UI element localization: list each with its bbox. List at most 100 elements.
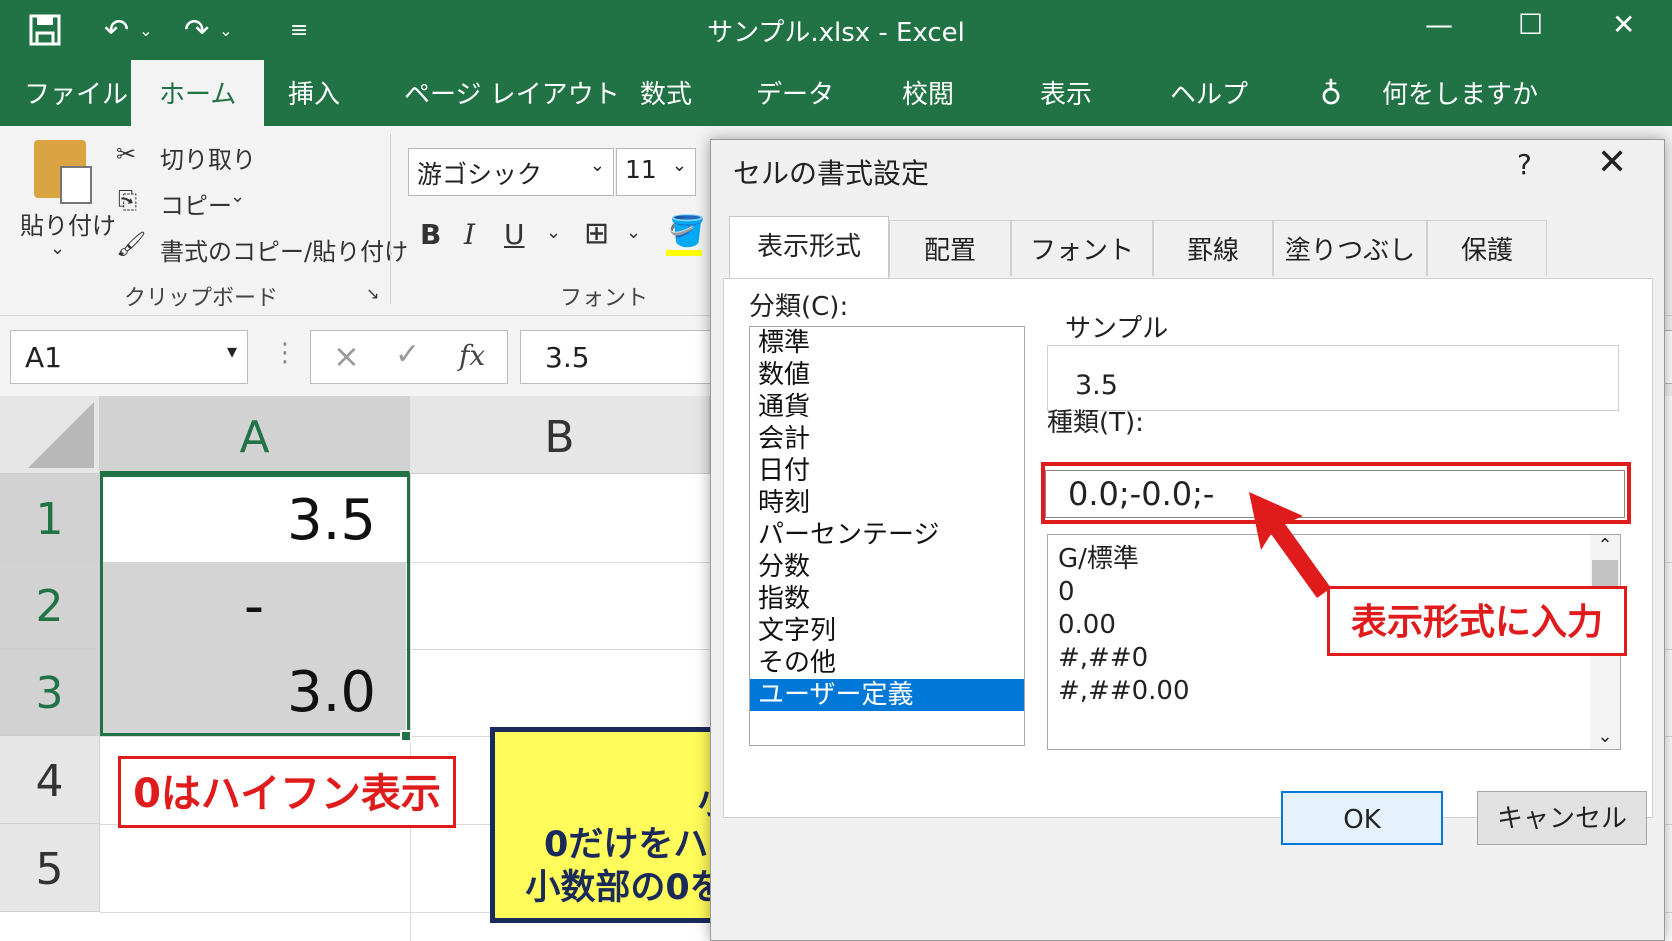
list-item[interactable]: #,##0.00 bbox=[1048, 675, 1620, 708]
list-item-selected[interactable]: ユーザー定義 bbox=[750, 679, 1024, 711]
font-group-label: フォント bbox=[560, 286, 649, 311]
tab-font[interactable]: フォント bbox=[1011, 220, 1153, 276]
type-label: 種類(T): bbox=[1047, 408, 1144, 438]
scissors-icon: ✂ bbox=[116, 140, 137, 168]
copy-button[interactable]: コピー bbox=[160, 186, 232, 221]
list-item[interactable]: 通貨 bbox=[750, 391, 1024, 423]
clipboard-group-label: クリップボード bbox=[124, 286, 279, 311]
tab-formulas[interactable]: 数式 bbox=[640, 60, 692, 126]
category-label: 分類(C): bbox=[749, 292, 849, 322]
list-item[interactable]: 標準 bbox=[750, 327, 1024, 359]
minimize-icon[interactable]: — bbox=[1425, 8, 1453, 41]
scroll-down-icon[interactable]: ⌄ bbox=[1590, 726, 1620, 747]
font-size-select[interactable]: 11 ⌄ bbox=[616, 148, 696, 196]
list-item[interactable]: パーセンテージ bbox=[750, 519, 1024, 551]
format-painter-button[interactable]: 書式のコピー/貼り付け bbox=[160, 232, 408, 267]
chevron-down-icon: ⌄ bbox=[589, 155, 605, 176]
fill-color-swatch bbox=[666, 250, 702, 256]
ok-button[interactable]: OK bbox=[1281, 791, 1443, 845]
chevron-down-icon: ⌄ bbox=[671, 155, 687, 176]
chevron-down-icon[interactable]: ⌄ bbox=[546, 222, 561, 243]
scroll-thumb[interactable] bbox=[1592, 560, 1618, 586]
grid-line bbox=[410, 474, 411, 941]
red-arrow-icon bbox=[1249, 492, 1331, 598]
font-name-select[interactable]: 游ゴシック ⌄ bbox=[408, 148, 614, 196]
borders-icon[interactable]: ⊞ bbox=[584, 216, 609, 251]
tab-review[interactable]: 校閲 bbox=[902, 60, 954, 126]
chevron-down-icon[interactable]: ⌄ bbox=[50, 238, 65, 259]
list-item[interactable]: 文字列 bbox=[750, 615, 1024, 647]
cut-button[interactable]: 切り取り bbox=[160, 140, 256, 175]
tab-insert[interactable]: 挿入 bbox=[288, 60, 340, 126]
row-header-5[interactable]: 5 bbox=[0, 824, 100, 912]
list-item[interactable]: 指数 bbox=[750, 583, 1024, 615]
list-item[interactable]: 日付 bbox=[750, 455, 1024, 487]
enter-format-callout: 表示形式に入力 bbox=[1327, 586, 1627, 656]
row-header-1[interactable]: 1 bbox=[0, 474, 100, 562]
chevron-down-icon: ▾ bbox=[226, 339, 237, 363]
list-item[interactable]: 会計 bbox=[750, 423, 1024, 455]
fill-color-icon[interactable]: 🪣 bbox=[668, 214, 705, 249]
sample-value: 3.5 bbox=[1075, 370, 1118, 401]
maximize-icon[interactable]: ☐ bbox=[1518, 8, 1543, 41]
sample-label: サンプル bbox=[1059, 308, 1175, 345]
scroll-up-icon[interactable]: ⌃ bbox=[1590, 535, 1620, 556]
dialog-title: セルの書式設定 bbox=[733, 157, 930, 190]
cancel-icon[interactable]: × bbox=[333, 337, 360, 375]
lightbulb-icon: ♁ bbox=[1320, 77, 1342, 112]
window-title: サンプル.xlsx - Excel bbox=[707, 18, 965, 48]
paste-button[interactable]: 貼り付け bbox=[20, 206, 116, 241]
row-header-3[interactable]: 3 bbox=[0, 649, 100, 736]
insert-function-icon[interactable]: fx bbox=[459, 339, 485, 372]
tab-home[interactable]: ホーム bbox=[131, 60, 265, 126]
close-icon[interactable]: ✕ bbox=[1597, 142, 1627, 183]
paste-icon-sheet bbox=[60, 166, 92, 204]
list-item[interactable]: 分数 bbox=[750, 551, 1024, 583]
help-icon[interactable]: ? bbox=[1517, 148, 1532, 181]
formula-controls: × ✓ fx bbox=[310, 330, 508, 384]
enter-icon[interactable]: ✓ bbox=[395, 337, 420, 372]
name-box-value: A1 bbox=[25, 341, 62, 374]
zero-hyphen-callout: 0はハイフン表示 bbox=[118, 756, 456, 828]
ribbon-tabs: ファイル ホーム 挿入 ページ レイアウト 数式 データ 校閲 表示 ヘルプ ♁… bbox=[0, 60, 1672, 126]
brush-icon: 🖌 bbox=[116, 230, 147, 258]
more-options-icon[interactable]: ⋮ bbox=[272, 338, 298, 368]
underline-icon[interactable]: U bbox=[504, 218, 525, 251]
cancel-button[interactable]: キャンセル bbox=[1477, 791, 1647, 845]
tab-data[interactable]: データ bbox=[756, 60, 834, 126]
tab-page-layout[interactable]: ページ レイアウト bbox=[404, 60, 620, 126]
list-item[interactable]: 時刻 bbox=[750, 487, 1024, 519]
tab-alignment[interactable]: 配置 bbox=[889, 220, 1011, 276]
tab-protection[interactable]: 保護 bbox=[1427, 220, 1547, 276]
font-name-value: 游ゴシック bbox=[417, 160, 543, 189]
tab-border[interactable]: 罫線 bbox=[1153, 220, 1273, 276]
column-header-a[interactable]: A bbox=[100, 396, 410, 474]
row-header-4[interactable]: 4 bbox=[0, 736, 100, 824]
tab-help[interactable]: ヘルプ bbox=[1170, 60, 1248, 126]
select-all-corner[interactable] bbox=[0, 396, 100, 474]
font-size-value: 11 bbox=[625, 155, 657, 184]
title-bar: ↶ ⌄ ↷ ⌄ ≡ サンプル.xlsx - Excel — ☐ ✕ bbox=[0, 0, 1672, 60]
close-window-icon[interactable]: ✕ bbox=[1612, 8, 1635, 41]
tab-file[interactable]: ファイル bbox=[24, 60, 128, 126]
list-item[interactable]: その他 bbox=[750, 647, 1024, 679]
tell-me-search[interactable]: 何をしますか bbox=[1382, 60, 1538, 126]
chevron-down-icon[interactable]: ⌄ bbox=[230, 186, 245, 207]
tab-fill[interactable]: 塗りつぶし bbox=[1273, 220, 1427, 276]
name-box[interactable]: A1 ▾ bbox=[10, 330, 248, 384]
list-item[interactable]: 数値 bbox=[750, 359, 1024, 391]
fill-handle[interactable] bbox=[400, 730, 412, 742]
tab-number[interactable]: 表示形式 bbox=[729, 216, 889, 278]
column-header-b[interactable]: B bbox=[410, 396, 710, 474]
category-list[interactable]: 標準 数値 通貨 会計 日付 時刻 パーセンテージ 分数 指数 文字列 その他 … bbox=[749, 326, 1025, 746]
selection-outline bbox=[100, 474, 410, 736]
chevron-down-icon[interactable]: ⌄ bbox=[626, 222, 641, 243]
copy-icon: ⎘ bbox=[118, 186, 138, 214]
dialog-launcher-icon[interactable]: ↘ bbox=[366, 284, 379, 303]
bold-icon[interactable]: B bbox=[420, 218, 441, 251]
format-cells-dialog: セルの書式設定 ? ✕ 表示形式 配置 フォント 罫線 塗りつぶし 保護 分類(… bbox=[710, 139, 1665, 941]
tab-view[interactable]: 表示 bbox=[1040, 60, 1092, 126]
group-divider bbox=[390, 134, 391, 304]
row-header-2[interactable]: 2 bbox=[0, 562, 100, 649]
italic-icon[interactable]: I bbox=[464, 218, 475, 251]
